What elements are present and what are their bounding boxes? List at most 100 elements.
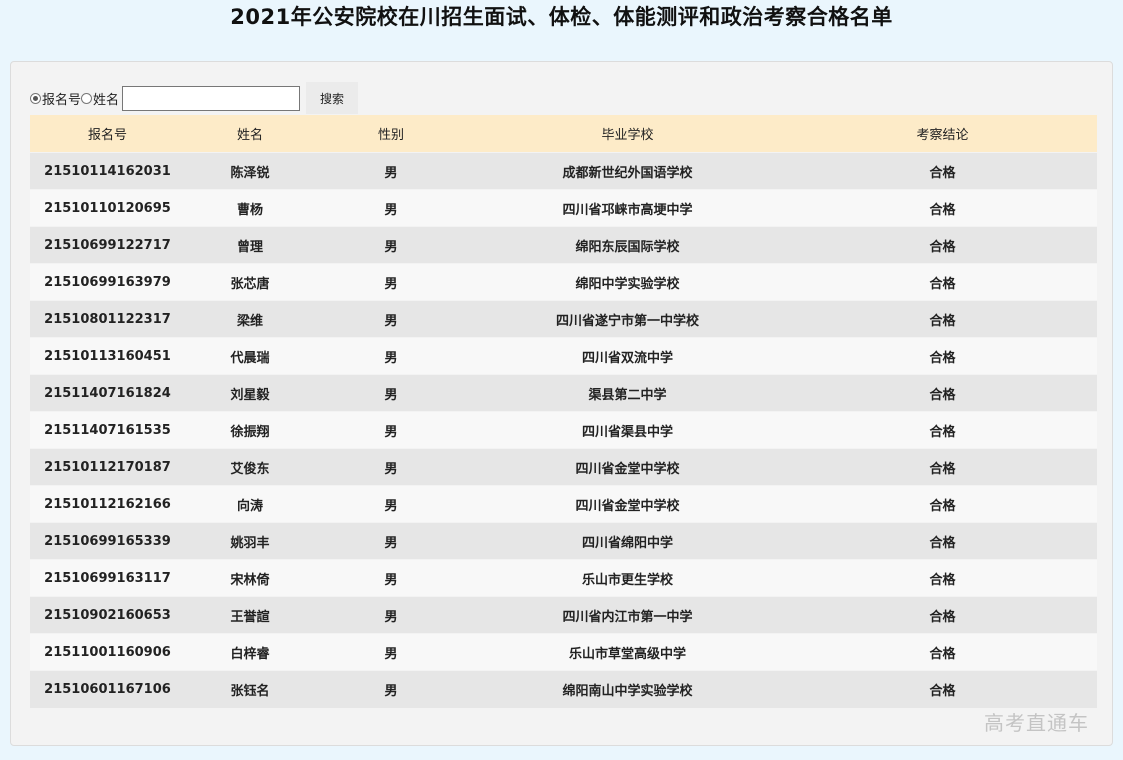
cell-name: 曹杨 bbox=[185, 189, 315, 227]
cell-id: 21511001160906 bbox=[30, 633, 185, 671]
cell-school: 绵阳中学实验学校 bbox=[467, 263, 788, 301]
table-row: 21511407161824 刘星毅 男 渠县第二中学 合格 bbox=[30, 374, 1097, 412]
cell-name: 白梓睿 bbox=[185, 633, 315, 671]
cell-name: 梁维 bbox=[185, 300, 315, 338]
cell-id: 21511407161535 bbox=[30, 411, 185, 449]
cell-school: 四川省邛崃市高埂中学 bbox=[467, 189, 788, 227]
cell-gender: 男 bbox=[315, 226, 467, 264]
cell-id: 21510699163979 bbox=[30, 263, 185, 301]
cell-name: 曾理 bbox=[185, 226, 315, 264]
cell-name: 宋林倚 bbox=[185, 559, 315, 597]
cell-school: 四川省双流中学 bbox=[467, 337, 788, 375]
cell-result: 合格 bbox=[788, 300, 1097, 338]
search-input[interactable] bbox=[122, 85, 301, 111]
cell-school: 四川省内江市第一中学 bbox=[467, 596, 788, 634]
cell-result: 合格 bbox=[788, 189, 1097, 227]
column-header-result: 考察结论 bbox=[788, 115, 1097, 153]
cell-result: 合格 bbox=[788, 485, 1097, 523]
page-title: 2021年公安院校在川招生面试、体检、体能测评和政治考察合格名单 bbox=[230, 5, 893, 29]
cell-name: 张芯唐 bbox=[185, 263, 315, 301]
cell-gender: 男 bbox=[315, 522, 467, 560]
cell-result: 合格 bbox=[788, 670, 1097, 708]
table-row: 21510699163117 宋林倚 男 乐山市更生学校 合格 bbox=[30, 559, 1097, 597]
cell-id: 21510801122317 bbox=[30, 300, 185, 338]
cell-id: 21510113160451 bbox=[30, 337, 185, 375]
cell-result: 合格 bbox=[788, 633, 1097, 671]
cell-id: 21510114162031 bbox=[30, 152, 185, 190]
cell-gender: 男 bbox=[315, 189, 467, 227]
cell-result: 合格 bbox=[788, 152, 1097, 190]
column-header-id: 报名号 bbox=[30, 115, 185, 153]
cell-name: 刘星毅 bbox=[185, 374, 315, 412]
table-row: 21510112170187 艾俊东 男 四川省金堂中学校 合格 bbox=[30, 448, 1097, 486]
cell-id: 21510699122717 bbox=[30, 226, 185, 264]
cell-name: 艾俊东 bbox=[185, 448, 315, 486]
search-button[interactable]: 搜索 bbox=[306, 82, 359, 114]
radio-search-by-id[interactable] bbox=[30, 92, 41, 104]
cell-gender: 男 bbox=[315, 300, 467, 338]
table-row: 21510699165339 姚羽丰 男 四川省绵阳中学 合格 bbox=[30, 522, 1097, 560]
table-row: 21510601167106 张钰名 男 绵阳南山中学实验学校 合格 bbox=[30, 670, 1097, 708]
radio-search-by-name-label: 姓名 bbox=[93, 92, 120, 108]
cell-school: 成都新世纪外国语学校 bbox=[467, 152, 788, 190]
table-row: 21510114162031 陈泽锐 男 成都新世纪外国语学校 合格 bbox=[30, 152, 1097, 190]
table-row: 21510801122317 梁维 男 四川省遂宁市第一中学校 合格 bbox=[30, 300, 1097, 338]
cell-id: 21510902160653 bbox=[30, 596, 185, 634]
cell-school: 四川省绵阳中学 bbox=[467, 522, 788, 560]
cell-school: 绵阳南山中学实验学校 bbox=[467, 670, 788, 708]
cell-school: 四川省遂宁市第一中学校 bbox=[467, 300, 788, 338]
cell-gender: 男 bbox=[315, 448, 467, 486]
results-table: 报名号 姓名 性别 毕业学校 考察结论 21510114162031 陈泽锐 男… bbox=[30, 115, 1097, 708]
radio-search-by-id-label: 报名号 bbox=[42, 92, 82, 108]
cell-id: 21510601167106 bbox=[30, 670, 185, 708]
cell-result: 合格 bbox=[788, 374, 1097, 412]
cell-gender: 男 bbox=[315, 596, 467, 634]
cell-id: 21510110120695 bbox=[30, 189, 185, 227]
cell-id: 21510112162166 bbox=[30, 485, 185, 523]
cell-gender: 男 bbox=[315, 633, 467, 671]
cell-gender: 男 bbox=[315, 670, 467, 708]
cell-id: 21510699163117 bbox=[30, 559, 185, 597]
cell-name: 姚羽丰 bbox=[185, 522, 315, 560]
table-row: 21510699163979 张芯唐 男 绵阳中学实验学校 合格 bbox=[30, 263, 1097, 301]
cell-gender: 男 bbox=[315, 559, 467, 597]
cell-gender: 男 bbox=[315, 152, 467, 190]
search-bar: 报名号 姓名 搜索 bbox=[30, 82, 359, 114]
table-row: 21510110120695 曹杨 男 四川省邛崃市高埂中学 合格 bbox=[30, 189, 1097, 227]
cell-result: 合格 bbox=[788, 448, 1097, 486]
table-row: 21511001160906 白梓睿 男 乐山市草堂高级中学 合格 bbox=[30, 633, 1097, 671]
cell-school: 绵阳东辰国际学校 bbox=[467, 226, 788, 264]
radio-search-by-name[interactable] bbox=[81, 92, 93, 104]
cell-name: 张钰名 bbox=[185, 670, 315, 708]
cell-name: 陈泽锐 bbox=[185, 152, 315, 190]
table-row: 21510902160653 王誉諠 男 四川省内江市第一中学 合格 bbox=[30, 596, 1097, 634]
cell-id: 21511407161824 bbox=[30, 374, 185, 412]
cell-id: 21510112170187 bbox=[30, 448, 185, 486]
cell-name: 代晨瑞 bbox=[185, 337, 315, 375]
cell-school: 渠县第二中学 bbox=[467, 374, 788, 412]
cell-name: 徐振翔 bbox=[185, 411, 315, 449]
table-header-row: 报名号 姓名 性别 毕业学校 考察结论 bbox=[30, 115, 1097, 153]
cell-gender: 男 bbox=[315, 374, 467, 412]
column-header-school: 毕业学校 bbox=[467, 115, 788, 153]
cell-school: 乐山市更生学校 bbox=[467, 559, 788, 597]
cell-school: 四川省金堂中学校 bbox=[467, 448, 788, 486]
cell-result: 合格 bbox=[788, 559, 1097, 597]
watermark: 高考直通车 bbox=[984, 711, 1089, 735]
cell-result: 合格 bbox=[788, 263, 1097, 301]
cell-gender: 男 bbox=[315, 411, 467, 449]
table-row: 21511407161535 徐振翔 男 四川省渠县中学 合格 bbox=[30, 411, 1097, 449]
column-header-gender: 性别 bbox=[315, 115, 467, 153]
cell-gender: 男 bbox=[315, 337, 467, 375]
cell-result: 合格 bbox=[788, 522, 1097, 560]
cell-result: 合格 bbox=[788, 226, 1097, 264]
cell-school: 四川省渠县中学 bbox=[467, 411, 788, 449]
cell-gender: 男 bbox=[315, 485, 467, 523]
cell-school: 四川省金堂中学校 bbox=[467, 485, 788, 523]
results-panel: 报名号 姓名 搜索 报名号 姓名 性别 毕业学校 考察结论 2151011416… bbox=[10, 61, 1113, 746]
cell-id: 21510699165339 bbox=[30, 522, 185, 560]
column-header-name: 姓名 bbox=[185, 115, 315, 153]
cell-result: 合格 bbox=[788, 337, 1097, 375]
cell-school: 乐山市草堂高级中学 bbox=[467, 633, 788, 671]
table-row: 21510112162166 向涛 男 四川省金堂中学校 合格 bbox=[30, 485, 1097, 523]
